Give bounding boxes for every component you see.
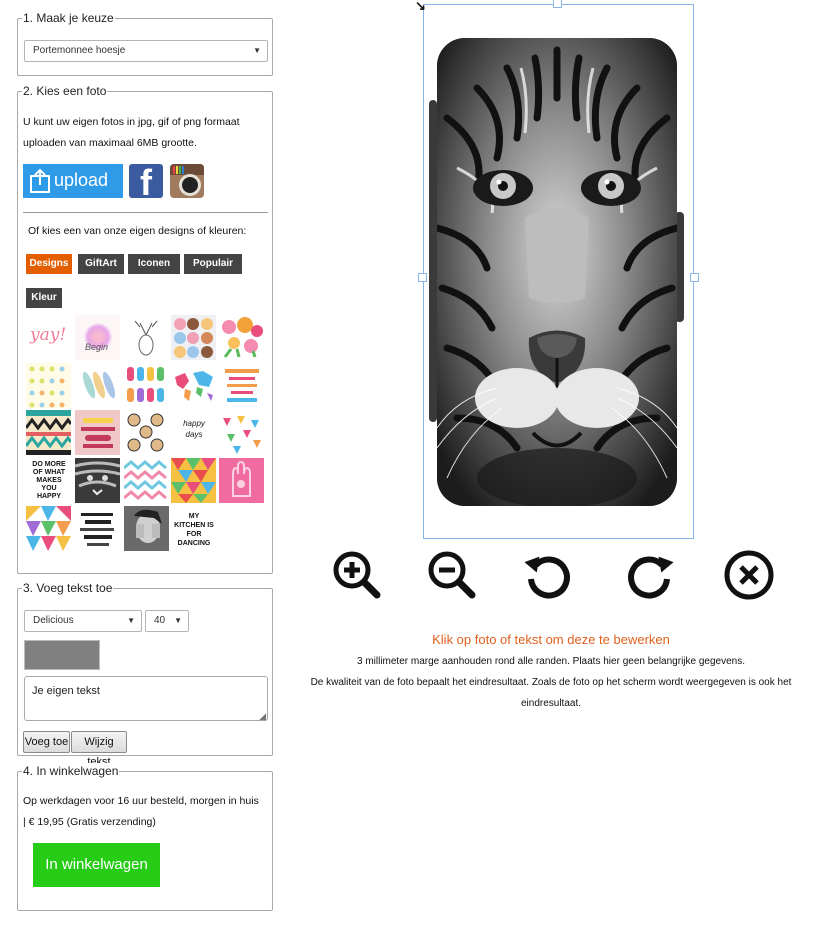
upload-description-2: uploaden van maximaal 6MB grootte. [23,137,197,149]
rotate-right-icon[interactable] [624,549,676,601]
design-thumb-worldmap[interactable] [171,363,216,408]
design-thumb-begin-text: Begin [85,342,109,352]
resize-handle-right[interactable] [690,273,699,282]
font-select[interactable]: Delicious ▼ [24,610,142,632]
step4-legend: 4. In winkelwagen [22,763,120,779]
design-thumb-cubes[interactable] [171,458,216,503]
upload-label: upload [54,170,109,190]
quality-note-line1: De kwaliteit van de foto bepaalt het ein… [310,677,792,688]
tab-designs[interactable]: Designs [26,254,72,274]
design-thumb-yay-text: yay! [30,325,67,345]
design-thumb-hamsa[interactable] [219,458,264,503]
margin-note: 3 millimeter marge aanhouden rond alle r… [356,656,746,667]
design-thumb-begin[interactable]: Begin [75,315,120,360]
chevron-down-icon: ▼ [174,616,182,625]
design-thumb-lettering[interactable] [75,410,120,455]
design-thumb-triangles[interactable] [219,410,264,455]
design-thumb-quote[interactable] [219,363,264,408]
zoom-out-icon[interactable] [426,549,478,601]
resize-handle-icon[interactable]: ◢ [259,711,266,722]
step4-panel: 4. In winkelwagen Op werkdagen voor 16 u… [17,763,273,911]
design-thumb-aztec[interactable] [26,410,71,455]
tab-iconen[interactable]: Iconen [128,254,180,274]
design-thumb-dots[interactable] [26,363,71,408]
design-thumb-do-more-text: DO MORE OF WHAT MAKES YOU HAPPY [32,461,66,500]
design-thumb-yay[interactable]: yay! [26,315,71,360]
design-thumb-happy[interactable]: happy days [171,410,216,455]
step3-panel: 3. Voeg tekst toe Delicious ▼ 40 ▼ Je ei… [17,580,273,768]
delete-icon[interactable] [723,549,775,601]
chevron-down-icon: ▼ [127,616,135,625]
step2-legend: 2. Kies een foto [22,83,108,99]
upload-button[interactable]: upload [23,164,123,198]
design-thumb-happy-text: happy days [183,419,205,439]
case-left-flap [429,100,437,422]
delivery-text: Op werkdagen voor 16 uur besteld, morgen… [23,795,259,807]
design-thumb-feathers[interactable] [75,363,120,408]
size-select[interactable]: 40 ▼ [145,610,189,632]
tab-kleur[interactable]: Kleur [26,288,62,308]
quality-note-line2: eindresultaat. [520,698,582,709]
step1-legend: 1. Maak je keuze [22,10,115,26]
add-to-cart-button[interactable]: In winkelwagen [33,843,160,887]
font-select-value: Delicious [33,615,74,626]
design-thumb-tiger[interactable] [75,458,120,503]
design-thumb-kitchen-text: MY KITCHEN IS FOR DANCING [174,513,214,547]
editor-canvas[interactable]: ↘ [415,0,699,540]
tab-populair[interactable]: Populair [184,254,242,274]
design-thumb-donuts[interactable] [171,315,216,360]
size-select-value: 40 [154,615,166,626]
design-thumb-do-more[interactable]: DO MORE OF WHAT MAKES YOU HAPPY [26,458,71,503]
step3-legend: 3. Voeg tekst toe [22,580,114,596]
design-thumb-chevron[interactable] [124,458,169,503]
design-thumb-photo[interactable] [124,506,169,551]
design-thumb-script[interactable] [75,506,120,551]
design-thumb-flowers[interactable] [219,315,264,360]
text-input[interactable]: Je eigen tekst ◢ [24,676,268,721]
edit-hint: Klik op foto of tekst om deze te bewerke… [432,632,670,647]
text-color-swatch[interactable] [24,640,100,670]
edit-text-button[interactable]: Wijzig tekst [71,731,127,768]
facebook-icon[interactable]: f [129,164,163,198]
upload-description-1: U kunt uw eigen fotos in jpg, gif of png… [23,116,240,128]
product-select-value: Portemonnee hoesje [33,45,126,56]
tab-giftart[interactable]: GiftArt [78,254,124,274]
zoom-in-icon[interactable] [331,549,383,601]
text-input-value: Je eigen tekst [32,685,100,697]
design-thumb-deer[interactable] [124,315,169,360]
design-thumb-colorful-triangles[interactable] [26,506,71,551]
chevron-down-icon: ▼ [253,46,261,55]
designs-intro: Of kies een van onze eigen designs of kl… [28,225,247,237]
instagram-icon[interactable] [170,164,204,198]
step1-panel: 1. Maak je keuze Portemonnee hoesje ▼ [17,10,273,76]
design-thumb-pugs[interactable] [124,410,169,455]
scale-handle-icon[interactable]: ↘ [415,0,426,14]
divider [23,212,268,213]
design-thumb-kitchen[interactable]: MY KITCHEN IS FOR DANCING [171,506,216,551]
upload-icon [30,168,50,193]
product-select[interactable]: Portemonnee hoesje ▼ [24,40,268,62]
price-text: | € 19,95 (Gratis verzending) [23,816,156,828]
resize-handle-left[interactable] [418,273,427,282]
step2-panel: 2. Kies een foto U kunt uw eigen fotos i… [17,83,273,574]
tiger-photo[interactable] [437,38,677,506]
add-text-button[interactable]: Voeg toe [23,731,70,753]
design-thumb-popsicles[interactable] [124,363,169,408]
resize-handle-top[interactable] [553,0,562,8]
rotate-left-icon[interactable] [522,549,574,601]
